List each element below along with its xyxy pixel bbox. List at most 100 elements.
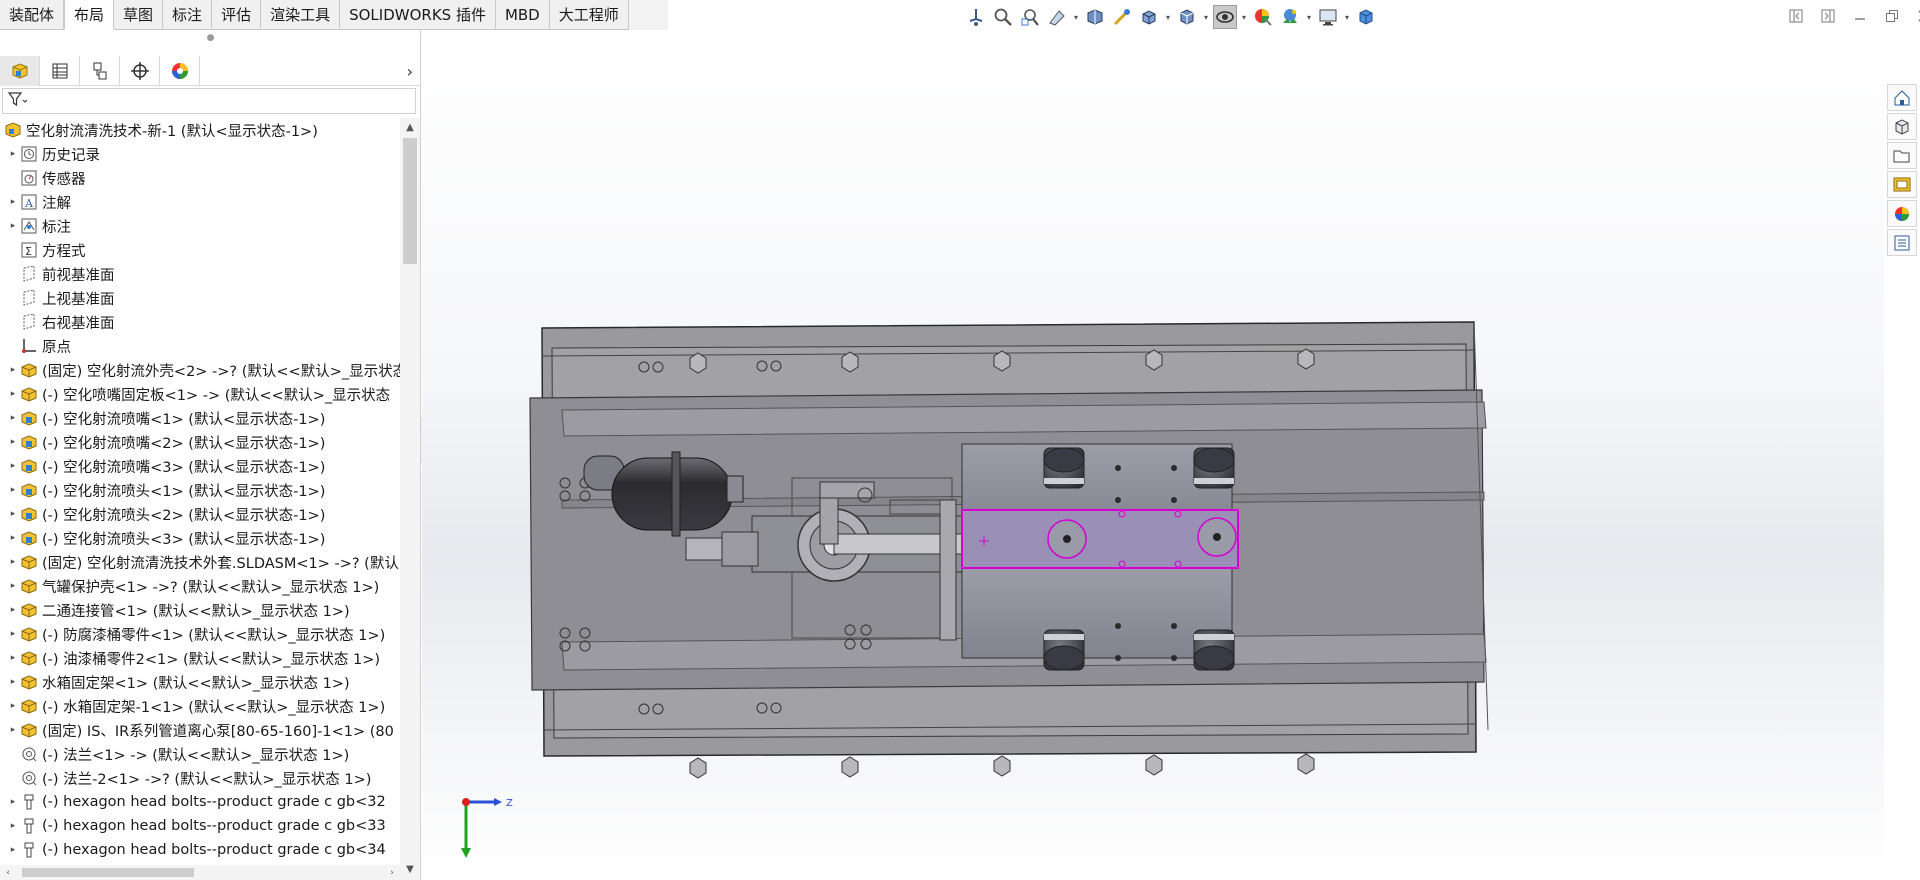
- tree-filter[interactable]: [2, 88, 416, 114]
- tree-item[interactable]: ▸ (-) hexagon head bolts--product grade c…: [0, 838, 400, 862]
- tree-item[interactable]: ▸ (-) 空化喷嘴固定板<1> -> (默认<<默认>_显示状态: [0, 382, 400, 406]
- edit-appearance-icon[interactable]: [1251, 5, 1275, 29]
- tree-item[interactable]: ▸ (-) 防腐漆桶零件<1> (默认<<默认>_显示状态 1>): [0, 622, 400, 646]
- previous-view-icon[interactable]: [1045, 5, 1069, 29]
- tree-horizontal-scrollbar[interactable]: ‹ ›: [0, 865, 400, 880]
- tab-2[interactable]: 布局: [64, 0, 115, 30]
- tree-item[interactable]: ▸ (-) 空化射流喷嘴<1> (默认<显示状态-1>): [0, 406, 400, 430]
- filter-icon[interactable]: [7, 91, 29, 111]
- file-explorer-icon[interactable]: [1887, 142, 1917, 169]
- tree-vertical-scrollbar[interactable]: ▲ ▼: [400, 118, 420, 880]
- tree-item[interactable]: (-) 法兰<1> -> (默认<<默认>_显示状态 1>): [0, 742, 400, 766]
- expand-arrow-icon[interactable]: ▸: [6, 478, 20, 502]
- expand-arrow-icon[interactable]: ▸: [6, 622, 20, 646]
- expand-arrow-icon[interactable]: ▸: [6, 358, 20, 382]
- custom-properties-icon[interactable]: [1887, 229, 1917, 256]
- tree-item[interactable]: ▸ (固定) IS、IR系列管道离心泵[80-65-160]-1<1> (80: [0, 718, 400, 742]
- tree-item[interactable]: Σ 方程式: [0, 238, 400, 262]
- panel-splitter-grip[interactable]: ●: [0, 30, 421, 46]
- panel-left-icon[interactable]: [1786, 6, 1806, 26]
- scroll-up-icon[interactable]: ▲: [400, 118, 420, 136]
- tab-1[interactable]: 装配体: [0, 0, 65, 30]
- view-orientation-cube-icon[interactable]: [1137, 5, 1161, 29]
- solidworks-resources-icon[interactable]: [1887, 84, 1917, 111]
- expand-arrow-icon[interactable]: ▸: [6, 838, 20, 862]
- tree-item[interactable]: ▸ 气罐保护壳<1> ->? (默认<<默认>_显示状态 1>): [0, 574, 400, 598]
- dropdown-caret-icon[interactable]: ▾: [1072, 5, 1080, 29]
- view-orientation-icon[interactable]: [964, 5, 988, 29]
- chevron-right-icon[interactable]: ›: [407, 56, 413, 86]
- tree-item[interactable]: ▸ (固定) 空化射流清洗技术外套.SLDASM<1> ->? (默认: [0, 550, 400, 574]
- tree-item[interactable]: ▸ (-) hexagon head bolts--product grade c…: [0, 790, 400, 814]
- isometric-cube-icon[interactable]: [1354, 5, 1378, 29]
- minimize-icon[interactable]: [1850, 6, 1870, 26]
- expand-arrow-icon[interactable]: ▸: [6, 790, 20, 814]
- expand-arrow-icon[interactable]: ▸: [6, 814, 20, 838]
- tree-item[interactable]: ▸ (-) hexagon head bolts--product grade c…: [0, 814, 400, 838]
- configuration-manager-icon[interactable]: [80, 55, 120, 86]
- tree-item[interactable]: ▸ (-) 空化射流喷头<1> (默认<显示状态-1>): [0, 478, 400, 502]
- tree-item[interactable]: ▸ A 注解: [0, 190, 400, 214]
- tree-item[interactable]: ▸ (-) 空化射流喷头<3> (默认<显示状态-1>): [0, 526, 400, 550]
- expand-arrow-icon[interactable]: ▸: [6, 646, 20, 670]
- tree-item[interactable]: ▸ 二通连接管<1> (默认<<默认>_显示状态 1>): [0, 598, 400, 622]
- panel-right-icon[interactable]: [1818, 6, 1838, 26]
- view-palette-icon[interactable]: [1887, 171, 1917, 198]
- dynamic-annotation-icon[interactable]: [1110, 5, 1134, 29]
- tree-item[interactable]: (-) 法兰-2<1> ->? (默认<<默认>_显示状态 1>): [0, 766, 400, 790]
- tree-item[interactable]: ▸ 水箱固定架<1> (默认<<默认>_显示状态 1>): [0, 670, 400, 694]
- expand-arrow-icon[interactable]: ▸: [6, 382, 20, 406]
- expand-arrow-icon[interactable]: ▸: [6, 574, 20, 598]
- scroll-thumb[interactable]: [403, 138, 417, 264]
- expand-arrow-icon[interactable]: ▸: [6, 430, 20, 454]
- tab-4[interactable]: 标注: [163, 0, 213, 30]
- expand-arrow-icon[interactable]: ▸: [6, 190, 20, 214]
- tree-item[interactable]: ▸ (-) 空化射流喷嘴<2> (默认<显示状态-1>): [0, 430, 400, 454]
- expand-arrow-icon[interactable]: ▸: [6, 454, 20, 478]
- property-manager-icon[interactable]: [40, 55, 80, 86]
- dropdown-caret-icon[interactable]: ▾: [1202, 5, 1210, 29]
- expand-arrow-icon[interactable]: ▸: [6, 502, 20, 526]
- tree-item[interactable]: ▸ (-) 水箱固定架-1<1> (默认<<默认>_显示状态 1>): [0, 694, 400, 718]
- tree-item[interactable]: 前视基准面: [0, 262, 400, 286]
- expand-arrow-icon[interactable]: ▸: [6, 718, 20, 742]
- tree-item[interactable]: ▸ (固定) 空化射流外壳<2> ->? (默认<<默认>_显示状态: [0, 358, 400, 382]
- tree-item[interactable]: 原点: [0, 334, 400, 358]
- feature-manager-icon[interactable]: [0, 55, 40, 86]
- zoom-to-fit-icon[interactable]: [991, 5, 1015, 29]
- expand-arrow-icon[interactable]: ▸: [6, 550, 20, 574]
- tree-item[interactable]: ▸ (-) 油漆桶零件2<1> (默认<<默认>_显示状态 1>): [0, 646, 400, 670]
- appearances-scenes-icon[interactable]: [1887, 200, 1917, 227]
- expand-arrow-icon[interactable]: ▸: [6, 670, 20, 694]
- expand-arrow-icon[interactable]: ▸: [6, 142, 20, 166]
- dropdown-caret-icon[interactable]: ▾: [1164, 5, 1172, 29]
- dimxpert-icon[interactable]: [120, 55, 160, 86]
- tab-9[interactable]: 大工程师: [549, 0, 629, 30]
- graphics-area[interactable]: Z: [422, 30, 1884, 880]
- tab-8[interactable]: MBD: [495, 0, 550, 30]
- tree-item[interactable]: ▸ (-) 空化射流喷嘴<3> (默认<显示状态-1>): [0, 454, 400, 478]
- tab-5[interactable]: 评估: [212, 0, 262, 30]
- tree-item[interactable]: ▸ (-) 空化射流喷头<2> (默认<显示状态-1>): [0, 502, 400, 526]
- tree-item[interactable]: ▸ 历史记录: [0, 142, 400, 166]
- apply-scene-icon[interactable]: [1278, 5, 1302, 29]
- scroll-right-icon[interactable]: ›: [384, 865, 400, 880]
- tab-7[interactable]: SOLIDWORKS 插件: [340, 0, 496, 30]
- section-view-icon[interactable]: [1083, 5, 1107, 29]
- expand-arrow-icon[interactable]: ▸: [6, 526, 20, 550]
- tree-item[interactable]: 上视基准面: [0, 286, 400, 310]
- selected-nozzle-plate[interactable]: [961, 509, 1239, 569]
- close-icon[interactable]: [1914, 6, 1920, 26]
- expand-arrow-icon[interactable]: ▸: [6, 406, 20, 430]
- view-settings-icon[interactable]: [1316, 5, 1340, 29]
- assembly-model-view[interactable]: [422, 30, 1884, 880]
- scroll-left-icon[interactable]: ‹: [0, 865, 16, 880]
- dropdown-caret-icon[interactable]: ▾: [1305, 5, 1313, 29]
- dropdown-caret-icon[interactable]: ▾: [1343, 5, 1351, 29]
- restore-icon[interactable]: [1882, 6, 1902, 26]
- hide-show-items-icon[interactable]: [1213, 5, 1237, 29]
- display-manager-icon[interactable]: [160, 55, 200, 86]
- dropdown-caret-icon[interactable]: ▾: [1240, 5, 1248, 29]
- expand-arrow-icon[interactable]: ▸: [6, 214, 20, 238]
- zoom-to-area-icon[interactable]: [1018, 5, 1042, 29]
